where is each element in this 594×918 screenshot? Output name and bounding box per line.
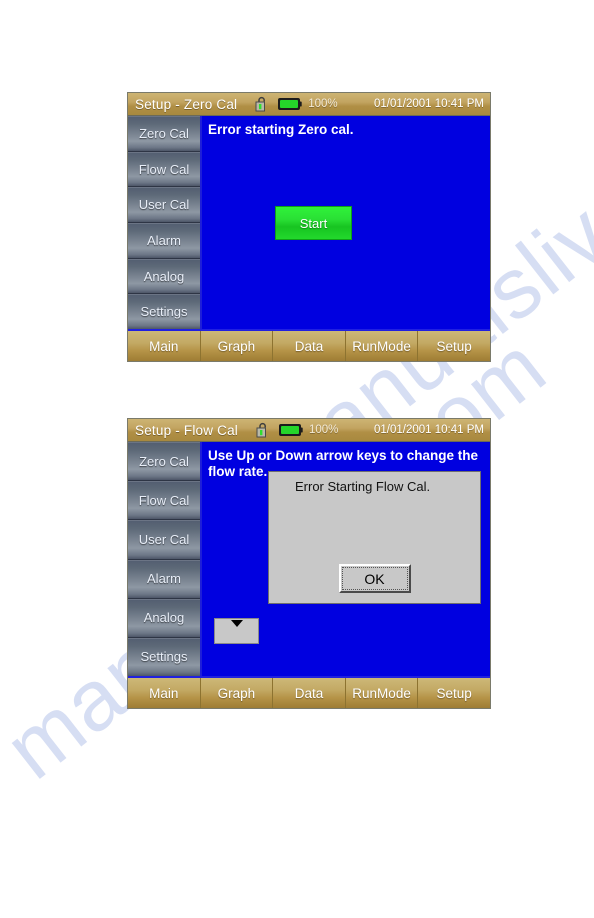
screen-body: Zero Cal Flow Cal User Cal Alarm Analog … bbox=[128, 116, 490, 330]
tab-data[interactable]: Data bbox=[273, 678, 346, 708]
sidebar-item-analog[interactable]: Analog bbox=[128, 258, 200, 295]
battery-full-icon bbox=[278, 98, 302, 110]
battery-percent-label: 100% bbox=[309, 424, 339, 436]
sidebar: Zero Cal Flow Cal User Cal Alarm Analog … bbox=[128, 116, 202, 330]
error-dialog: Error Starting Flow Cal. OK bbox=[268, 471, 481, 604]
sidebar-item-analog[interactable]: Analog bbox=[128, 598, 200, 638]
dialog-message: Error Starting Flow Cal. bbox=[295, 479, 431, 494]
down-arrow-icon bbox=[230, 620, 243, 627]
open-padlock-icon bbox=[255, 96, 268, 112]
dialog-ok-button[interactable]: OK bbox=[338, 564, 411, 593]
sidebar-item-label: Settings bbox=[140, 649, 188, 665]
sidebar: Zero Cal Flow Cal User Cal Alarm Analog … bbox=[128, 442, 202, 677]
flow-rate-down-stepper[interactable] bbox=[214, 618, 259, 644]
content-area: Error starting Zero cal. Start bbox=[202, 116, 490, 329]
battery-full-icon bbox=[279, 424, 303, 436]
sidebar-item-label: User Cal bbox=[138, 531, 190, 547]
screen-body: Zero Cal Flow Cal User Cal Alarm Analog … bbox=[128, 442, 490, 677]
sidebar-item-label: Analog bbox=[143, 610, 185, 626]
page-title: Setup - Flow Cal bbox=[135, 422, 238, 438]
open-padlock-icon bbox=[256, 422, 269, 438]
battery-percent-label: 100% bbox=[308, 98, 338, 110]
titlebar: Setup - Zero Cal 100% 01/01/2001 10:41 P… bbox=[128, 93, 490, 116]
device-screenshot-flow-cal: Setup - Flow Cal 100% 01/01/2001 10:41 P… bbox=[128, 419, 490, 708]
sidebar-item-alarm[interactable]: Alarm bbox=[128, 223, 200, 259]
sidebar-item-flow-cal[interactable]: Flow Cal bbox=[128, 481, 200, 521]
error-message: Error starting Zero cal. bbox=[208, 122, 354, 137]
tab-runmode[interactable]: RunMode bbox=[345, 331, 419, 361]
datetime-label: 01/01/2001 10:41 PM bbox=[374, 98, 484, 110]
sidebar-item-zero-cal[interactable]: Zero Cal bbox=[128, 116, 200, 152]
sidebar-item-label: Flow Cal bbox=[138, 492, 190, 508]
start-button[interactable]: Start bbox=[275, 206, 352, 240]
bottom-tabbar: Main Graph Data RunMode Setup bbox=[128, 676, 490, 708]
tab-setup[interactable]: Setup bbox=[418, 678, 490, 708]
sidebar-item-flow-cal[interactable]: Flow Cal bbox=[128, 151, 200, 188]
tab-main[interactable]: Main bbox=[128, 678, 201, 708]
tab-graph[interactable]: Graph bbox=[200, 678, 274, 708]
sidebar-item-user-cal[interactable]: User Cal bbox=[128, 520, 200, 560]
tab-graph[interactable]: Graph bbox=[200, 331, 274, 361]
sidebar-item-zero-cal[interactable]: Zero Cal bbox=[128, 442, 200, 482]
sidebar-item-settings[interactable]: Settings bbox=[128, 294, 200, 330]
sidebar-item-settings[interactable]: Settings bbox=[128, 637, 200, 677]
sidebar-item-label: Alarm bbox=[147, 571, 181, 587]
sidebar-item-label: Flow Cal bbox=[138, 161, 190, 177]
device-screenshot-zero-cal: Setup - Zero Cal 100% 01/01/2001 10:41 P… bbox=[128, 93, 490, 361]
sidebar-item-label: Settings bbox=[140, 304, 188, 320]
tab-main[interactable]: Main bbox=[128, 331, 201, 361]
sidebar-item-label: Zero Cal bbox=[139, 125, 189, 141]
tab-runmode[interactable]: RunMode bbox=[345, 678, 419, 708]
datetime-label: 01/01/2001 10:41 PM bbox=[374, 424, 484, 436]
titlebar: Setup - Flow Cal 100% 01/01/2001 10:41 P… bbox=[128, 419, 490, 442]
sidebar-item-user-cal[interactable]: User Cal bbox=[128, 187, 200, 224]
tab-data[interactable]: Data bbox=[273, 331, 346, 361]
sidebar-item-label: Zero Cal bbox=[139, 453, 189, 469]
bottom-tabbar: Main Graph Data RunMode Setup bbox=[128, 329, 490, 361]
content-area: Use Up or Down arrow keys to change the … bbox=[202, 442, 490, 676]
sidebar-item-label: User Cal bbox=[138, 197, 190, 213]
sidebar-item-alarm[interactable]: Alarm bbox=[128, 559, 200, 599]
sidebar-item-label: Analog bbox=[143, 268, 185, 284]
page-title: Setup - Zero Cal bbox=[135, 96, 238, 112]
sidebar-item-label: Alarm bbox=[147, 232, 181, 248]
tab-setup[interactable]: Setup bbox=[418, 331, 490, 361]
dialog-ok-label: OK bbox=[341, 567, 408, 590]
